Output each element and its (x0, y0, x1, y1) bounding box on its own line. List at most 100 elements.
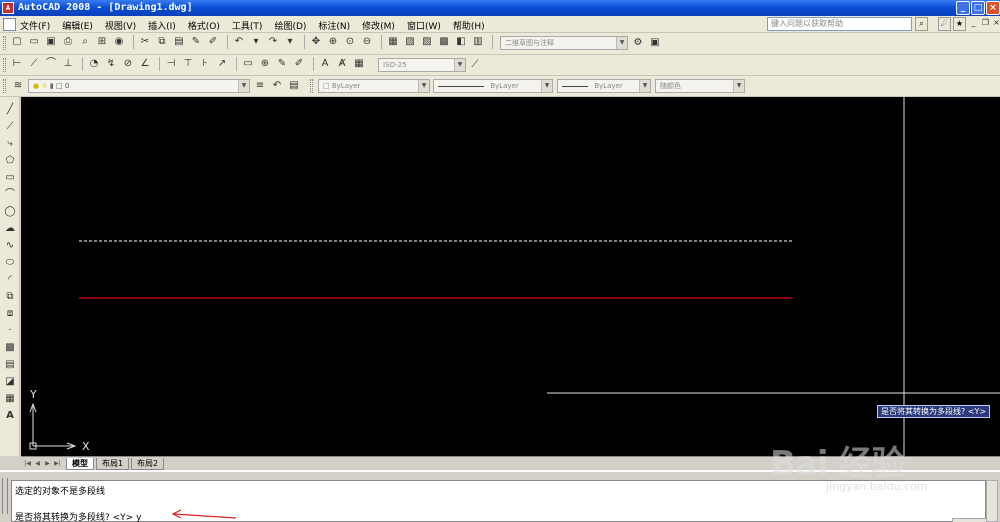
first-tab-arrow-icon[interactable]: |◀ (23, 459, 32, 469)
make-block-icon[interactable]: ⧈ (3, 307, 17, 321)
layer-previous-icon[interactable]: ↶ (270, 79, 284, 93)
toolbar-grip[interactable] (3, 79, 6, 93)
hatch-icon[interactable]: ▩ (3, 341, 17, 355)
center-mark-icon[interactable]: ⊕ (258, 57, 272, 71)
copy-icon[interactable]: ⧉ (155, 35, 169, 49)
zoom-realtime-icon[interactable]: ⊕ (326, 35, 340, 49)
tool-palettes-icon[interactable]: ▨ (420, 35, 434, 49)
help-search-input[interactable]: 键入问题以获取帮助 (767, 17, 912, 31)
line-icon[interactable]: ╱ (3, 103, 17, 117)
chevron-down-icon[interactable]: ▼ (238, 80, 249, 92)
menu-help[interactable]: 帮助(H) (453, 19, 485, 32)
polygon-icon[interactable]: ⬠ (3, 154, 17, 168)
lineweight-select[interactable]: ByLayer ▼ (557, 79, 651, 93)
next-tab-arrow-icon[interactable]: ▶ (43, 459, 52, 469)
dim-edit-icon[interactable]: ✎ (275, 57, 289, 71)
tab-layout2[interactable]: 布局2 (131, 458, 165, 470)
baseline-dim-icon[interactable]: ⊤ (181, 57, 195, 71)
quick-leader-icon[interactable]: ↗ (215, 57, 229, 71)
text-style-icon[interactable]: A (318, 57, 332, 71)
spline-icon[interactable]: ∿ (3, 239, 17, 253)
insert-block-icon[interactable]: ⧉ (3, 290, 17, 304)
multiline-text-icon[interactable]: Ⱥ (335, 57, 349, 71)
print-preview-icon[interactable]: ⌕ (78, 35, 92, 49)
redo-dropdown-icon[interactable]: ▾ (283, 35, 297, 49)
communication-center-icon[interactable]: ☄ (938, 17, 951, 31)
ellipse-icon[interactable]: ⬭ (3, 256, 17, 270)
linear-dim-icon[interactable]: ⊢ (10, 57, 24, 71)
save-icon[interactable]: ▣ (44, 35, 58, 49)
drawing-doc-icon[interactable] (3, 18, 16, 31)
search-icon[interactable]: ⌕ (915, 17, 928, 31)
point-icon[interactable]: · (3, 324, 17, 338)
prev-tab-arrow-icon[interactable]: ◀ (33, 459, 42, 469)
zoom-window-icon[interactable]: ⊙ (343, 35, 357, 49)
circle-icon[interactable]: ◯ (3, 205, 17, 219)
rectangle-icon[interactable]: ▭ (3, 171, 17, 185)
sheet-set-icon[interactable]: ▩ (437, 35, 451, 49)
print-icon[interactable]: ⎙ (61, 35, 75, 49)
publish-web-icon[interactable]: ◉ (112, 35, 126, 49)
menu-view[interactable]: 视图(V) (105, 19, 136, 32)
design-center-icon[interactable]: ▧ (403, 35, 417, 49)
plotstyle-select[interactable]: 随颜色 ▼ (655, 79, 745, 93)
redo-icon[interactable]: ↷ (266, 35, 280, 49)
ellipse-arc-icon[interactable]: ◜ (3, 273, 17, 287)
jogged-dim-icon[interactable]: ↯ (104, 57, 118, 71)
menu-format[interactable]: 格式(O) (188, 19, 220, 32)
table-icon[interactable]: ▦ (3, 392, 17, 406)
menu-insert[interactable]: 插入(I) (148, 19, 176, 32)
block-editor-icon[interactable]: ✐ (206, 35, 220, 49)
publish-icon[interactable]: ⊞ (95, 35, 109, 49)
chevron-down-icon[interactable]: ▼ (639, 80, 650, 92)
pan-icon[interactable]: ✥ (309, 35, 323, 49)
match-properties-icon[interactable]: ✎ (189, 35, 203, 49)
toolbar-grip[interactable] (3, 58, 6, 72)
command-vscrollbar[interactable] (986, 480, 998, 522)
angular-dim-icon[interactable]: ∠ (138, 57, 152, 71)
continue-dim-icon[interactable]: ⊦ (198, 57, 212, 71)
menu-edit[interactable]: 编辑(E) (62, 19, 93, 32)
open-file-icon[interactable]: ▭ (27, 35, 41, 49)
chevron-down-icon[interactable]: ▼ (733, 80, 744, 92)
workspace-select[interactable]: 二维草图与注释 ▼ (500, 36, 628, 50)
new-file-icon[interactable]: ▢ (10, 35, 24, 49)
markup-icon[interactable]: ◧ (454, 35, 468, 49)
region-icon[interactable]: ◪ (3, 375, 17, 389)
menu-modify[interactable]: 修改(M) (362, 19, 395, 32)
revision-cloud-icon[interactable]: ☁ (3, 222, 17, 236)
toolbar-grip[interactable] (3, 36, 6, 50)
calculator-icon[interactable]: ▥ (471, 35, 485, 49)
layer-manager-icon[interactable]: ≋ (11, 79, 25, 93)
workspace-settings-icon[interactable]: ⚙ (631, 36, 645, 50)
linetype-select[interactable]: ByLayer ▼ (433, 79, 553, 93)
paste-icon[interactable]: ▤ (172, 35, 186, 49)
quick-dim-icon[interactable]: ⊣ (164, 57, 178, 71)
chevron-down-icon[interactable]: ▼ (541, 80, 552, 92)
construction-line-icon[interactable]: ⟋ (3, 120, 17, 134)
layer-select[interactable]: ● ☼ ▮ □ 0 ▼ (28, 79, 250, 93)
menu-dimension[interactable]: 标注(N) (318, 19, 350, 32)
doc-close-button[interactable]: × (991, 18, 1000, 29)
menu-window[interactable]: 窗口(W) (407, 19, 441, 32)
undo-dropdown-icon[interactable]: ▾ (249, 35, 263, 49)
multiline-text-icon[interactable]: A (3, 409, 17, 423)
maximize-button[interactable]: □ (971, 1, 985, 15)
chevron-down-icon[interactable]: ▼ (418, 80, 429, 92)
cut-icon[interactable]: ✂ (138, 35, 152, 49)
dimension-style-icon[interactable]: ⟋ (468, 58, 482, 72)
menu-file[interactable]: 文件(F) (20, 19, 50, 32)
table-style-icon[interactable]: ▦ (352, 57, 366, 71)
diameter-dim-icon[interactable]: ⊘ (121, 57, 135, 71)
command-prompt-line[interactable]: 是否将其转换为多段线? <Y> y (15, 510, 141, 522)
favorites-star-icon[interactable]: ★ (953, 17, 966, 31)
properties-icon[interactable]: ▦ (386, 35, 400, 49)
arc-length-icon[interactable]: ⌒ (44, 57, 58, 71)
autocad-logo-icon[interactable]: A (2, 2, 14, 14)
chevron-down-icon[interactable]: ▼ (454, 59, 465, 71)
toolbar-grip[interactable] (310, 79, 313, 93)
tolerance-icon[interactable]: ▭ (241, 57, 255, 71)
menu-draw[interactable]: 绘图(D) (274, 19, 306, 32)
tab-model[interactable]: 模型 (66, 458, 94, 470)
make-layer-current-icon[interactable]: ≡ (253, 79, 267, 93)
